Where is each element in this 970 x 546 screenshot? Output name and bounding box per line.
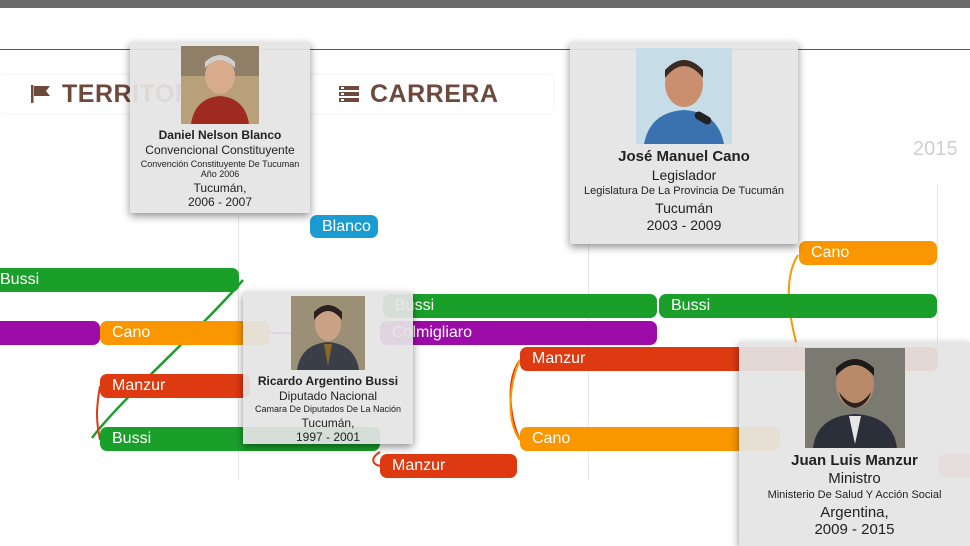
avatar (291, 296, 365, 370)
bar-label: Cano (532, 430, 571, 447)
card-place: Tucumán, (301, 416, 355, 430)
card-role: Legislador (651, 167, 717, 183)
timeline-bar[interactable]: Bussi (383, 294, 657, 318)
bar-label: Cano (112, 324, 151, 341)
timeline-bar[interactable] (0, 321, 100, 345)
card-years: 2009 - 2015 (814, 521, 895, 538)
card-years: 2003 - 2009 (646, 217, 722, 233)
card-institution: Convención Constituyente De Tucuman (140, 159, 300, 169)
profile-card-bussi[interactable]: Ricardo Argentino Bussi Diputado Naciona… (243, 292, 413, 444)
card-extra: Año 2006 (200, 169, 240, 179)
profile-card-manzur[interactable]: Juan Luis Manzur Ministro Ministerio De … (739, 342, 970, 546)
card-years: 2006 - 2007 (187, 195, 253, 209)
timeline-bar[interactable]: Blanco (310, 215, 378, 238)
card-institution: Camara De Diputados De La Nación (254, 404, 402, 414)
bar-label: Manzur (112, 377, 166, 394)
bar-label: Cano (811, 244, 850, 261)
card-role: Ministro (828, 470, 881, 487)
connector-line (372, 451, 381, 467)
timeline-bar[interactable]: Manzur (100, 374, 250, 398)
card-name: José Manuel Cano (618, 148, 750, 165)
card-place: Argentina, (820, 504, 889, 521)
card-place: Tucumán, (193, 181, 247, 195)
bar-label: Bussi (671, 297, 711, 314)
avatar (181, 46, 259, 124)
timeline-bar[interactable]: Cano (799, 241, 937, 265)
card-name: Ricardo Argentino Bussi (257, 374, 399, 388)
bar-label: Manzur (392, 457, 446, 474)
timeline-bar[interactable]: Bussi (0, 268, 239, 292)
profile-card-blanco[interactable]: Daniel Nelson Blanco Convencional Consti… (130, 42, 310, 213)
bar-label: Bussi (0, 271, 40, 288)
bar-label: Blanco (322, 217, 371, 235)
card-name: Juan Luis Manzur (791, 452, 918, 469)
profile-card-cano[interactable]: José Manuel Cano Legislador Legislatura … (570, 42, 798, 244)
card-years: 1997 - 2001 (295, 430, 361, 444)
connector-line (90, 279, 244, 439)
timeline-bar[interactable]: Manzur (380, 454, 517, 478)
card-role: Convencional Constituyente (145, 143, 295, 157)
card-name: Daniel Nelson Blanco (158, 128, 282, 142)
timeline-bar[interactable]: Colmigliaro (380, 321, 657, 345)
card-institution: Ministerio De Salud Y Acción Social (767, 489, 942, 501)
card-institution: Legislatura De La Provincia De Tucumán (584, 185, 784, 197)
bar-label: Manzur (532, 350, 586, 367)
avatar (636, 48, 732, 144)
avatar (804, 348, 905, 448)
card-role: Diputado Nacional (278, 389, 378, 403)
timeline-bar[interactable]: Bussi (659, 294, 937, 318)
card-place: Tucumán (655, 200, 713, 216)
bar-label: Bussi (112, 430, 152, 447)
